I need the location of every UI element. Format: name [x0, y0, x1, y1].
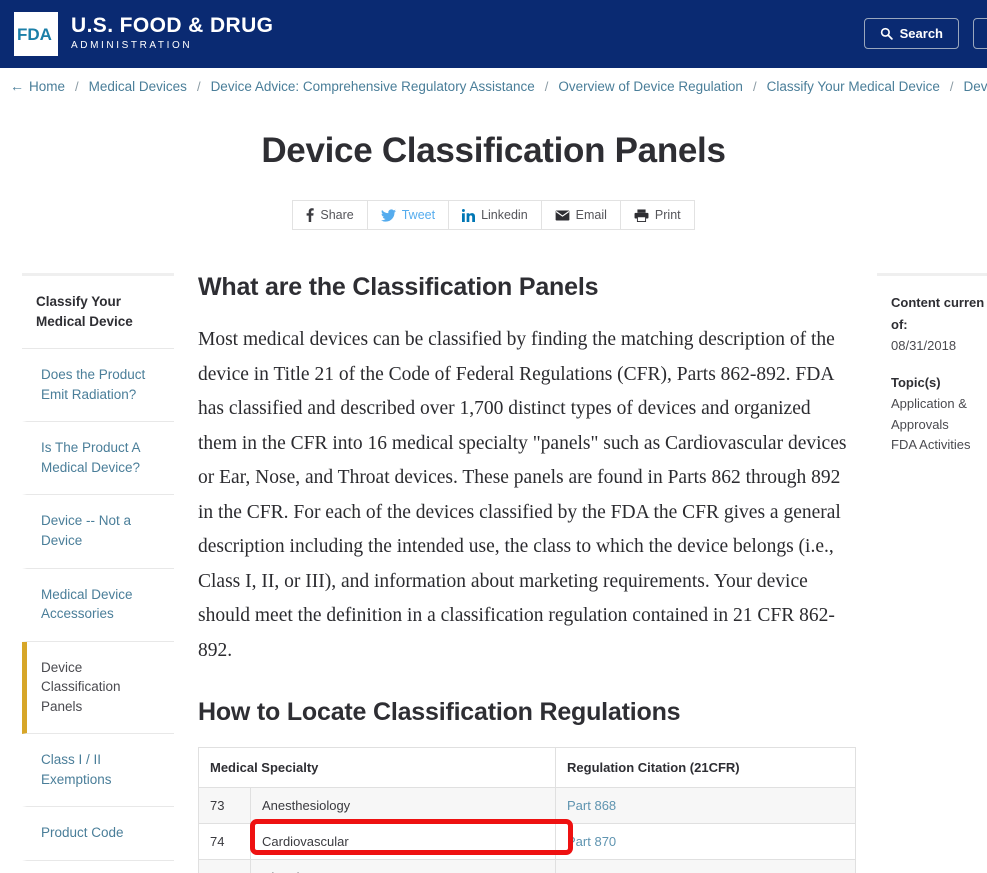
- share-twitter-button[interactable]: Tweet: [368, 201, 450, 229]
- topic-item: Application &: [891, 396, 967, 412]
- sidebar-item-emit-radiation[interactable]: Does the Product Emit Radiation?: [22, 349, 174, 423]
- topics-label: Topic(s): [891, 375, 941, 391]
- breadcrumb-separator: /: [949, 78, 954, 94]
- sidebar-item-class-exemptions[interactable]: Class I / II Exemptions: [22, 734, 174, 808]
- share-email-label: Email: [575, 208, 607, 222]
- agency-name-secondary: ADMINISTRATION: [71, 39, 193, 51]
- table-row: 75 Chemistry Part 862: [198, 859, 857, 873]
- classification-table-wrapper: Medical Specialty Regulation Citation (2…: [197, 747, 857, 873]
- table-cell-specialty: Cardiovascular: [249, 823, 557, 860]
- sidebar-item-product-code[interactable]: Product Code: [22, 807, 174, 861]
- section-heading-what-are-panels: What are the Classification Panels: [198, 273, 599, 301]
- sidebar-item-device-not-a-device[interactable]: Device -- Not a Device: [22, 495, 174, 569]
- breadcrumb-item-medical-devices[interactable]: Medical Devices: [89, 79, 187, 94]
- main-content: What are the Classification Panels Most …: [174, 273, 877, 873]
- table-cell-citation-link[interactable]: Part 868: [567, 798, 616, 813]
- breadcrumb-item-device-advice[interactable]: Device Advice: Comprehensive Regulatory …: [211, 79, 535, 94]
- share-bar-wrapper: Share Tweet Linkedin Email Print: [0, 200, 987, 230]
- search-button-label: Search: [899, 26, 943, 41]
- table-row: 73 Anesthesiology Part 868: [198, 787, 857, 824]
- share-facebook-label: Share: [320, 208, 354, 222]
- content-meta-sidebar: Content curren of: 08/31/2018 Topic(s) A…: [877, 273, 987, 873]
- search-icon: [880, 27, 893, 40]
- breadcrumb-item-home[interactable]: Home: [29, 79, 65, 94]
- linkedin-icon: [462, 208, 476, 222]
- sidebar-item-is-medical-device[interactable]: Is The Product A Medical Device?: [22, 422, 174, 496]
- section-heading-how-to-locate: How to Locate Classification Regulations: [198, 698, 681, 726]
- page-title: Device Classification Panels: [261, 131, 726, 170]
- breadcrumb-item-classify[interactable]: Classify Your Medical Device: [767, 79, 940, 94]
- sidebar-heading: Classify Your Medical Device: [22, 276, 174, 350]
- breadcrumb-separator: /: [752, 78, 757, 94]
- share-print-button[interactable]: Print: [621, 201, 694, 229]
- header-actions: Search: [863, 18, 987, 49]
- sidebar-item-classification-panels[interactable]: Device Classification Panels: [22, 641, 174, 735]
- table-cell-panel-number: 73: [198, 787, 251, 824]
- twitter-icon: [380, 208, 396, 222]
- table-cell-panel-number: 75: [198, 859, 251, 873]
- classification-table: Medical Specialty Regulation Citation (2…: [197, 747, 857, 873]
- menu-button[interactable]: [973, 18, 987, 49]
- svg-text:FDA: FDA: [17, 25, 52, 44]
- breadcrumb-separator: /: [196, 78, 201, 94]
- table-cell-panel-number: 74: [198, 823, 251, 860]
- breadcrumb-item-current[interactable]: Device Classificat: [964, 79, 987, 94]
- printer-icon: [634, 208, 649, 222]
- content-current-label2: of:: [891, 317, 908, 333]
- search-button[interactable]: Search: [863, 18, 959, 49]
- share-print-label: Print: [654, 208, 681, 222]
- back-arrow-icon[interactable]: ←: [10, 78, 24, 94]
- share-linkedin-button[interactable]: Linkedin: [449, 201, 542, 229]
- content-current-date: 08/31/2018: [891, 338, 957, 354]
- table-cell-citation-link[interactable]: Part 870: [567, 834, 616, 849]
- site-header: FDA U.S. FOOD & DRUG ADMINISTRATION Sear…: [0, 0, 987, 68]
- breadcrumb: ← Home / Medical Devices / Device Advice…: [0, 68, 987, 104]
- share-email-button[interactable]: Email: [542, 201, 621, 229]
- table-row: 74 Cardiovascular Part 870: [198, 823, 857, 860]
- table-header-medical-specialty: Medical Specialty: [197, 747, 557, 788]
- section-paragraph-what-are-panels: Most medical devices can be classified b…: [198, 329, 847, 661]
- table-cell-specialty: Chemistry: [249, 859, 557, 873]
- table-header-regulation-citation: Regulation Citation (21CFR): [555, 747, 857, 788]
- content-current-block: Content curren of: 08/31/2018: [891, 292, 987, 356]
- content-columns: Classify Your Medical Device Does the Pr…: [0, 273, 987, 873]
- topic-item: Approvals: [891, 416, 949, 432]
- fda-brand[interactable]: FDA U.S. FOOD & DRUG ADMINISTRATION: [14, 12, 273, 56]
- envelope-icon: [555, 209, 570, 221]
- topics-block: Topic(s) Application & Approvals FDA Act…: [891, 372, 987, 455]
- facebook-icon: [306, 208, 315, 222]
- topic-item: FDA Activities: [891, 436, 971, 452]
- sidebar-item-accessories[interactable]: Medical Device Accessories: [22, 569, 174, 642]
- share-linkedin-label: Linkedin: [481, 208, 528, 222]
- agency-name-primary: U.S. FOOD & DRUG: [71, 14, 274, 38]
- content-current-label: Content curren: [891, 295, 985, 310]
- table-cell-specialty: Anesthesiology: [249, 787, 557, 824]
- sidebar-nav: Classify Your Medical Device Does the Pr…: [22, 273, 174, 873]
- table-header-row: Medical Specialty Regulation Citation (2…: [197, 747, 857, 788]
- breadcrumb-separator: /: [544, 78, 549, 94]
- breadcrumb-item-overview[interactable]: Overview of Device Regulation: [558, 79, 743, 94]
- fda-logo-icon: FDA: [14, 12, 58, 56]
- share-twitter-label: Tweet: [401, 208, 436, 222]
- share-facebook-button[interactable]: Share: [293, 201, 368, 229]
- breadcrumb-separator: /: [75, 78, 79, 94]
- share-bar: Share Tweet Linkedin Email Print: [292, 200, 695, 230]
